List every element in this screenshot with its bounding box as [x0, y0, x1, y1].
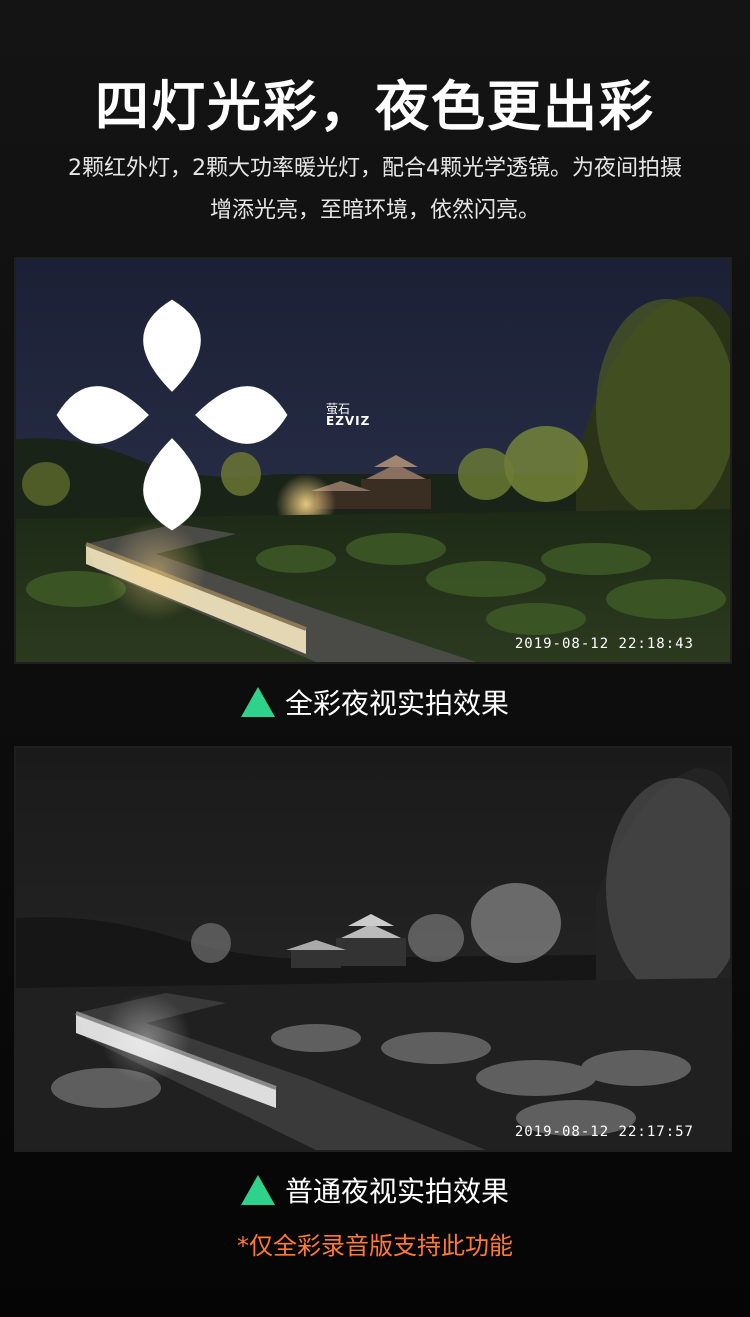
ezviz-logo: 萤石 EZVIZ: [22, 265, 370, 565]
page: 四灯光彩，夜色更出彩 2颗红外灯，2颗大功率暖光灯，配合4颗光学透镜。为夜间拍摄…: [0, 0, 750, 1317]
ezviz-logo-icon: [56, 299, 288, 531]
subtitle-line-1: 2颗红外灯，2颗大功率暖光灯，配合4颗光学透镜。为夜间拍摄: [68, 156, 682, 181]
color-caption: 全彩夜视实拍效果: [0, 682, 750, 722]
mono-caption: 普通夜视实拍效果: [0, 1170, 750, 1210]
triangle-up-icon: [240, 687, 275, 717]
mono-night-vision-photo: 2019-08-12 22:17:57: [14, 746, 732, 1152]
color-night-vision-photo: 萤石 EZVIZ 2019-08-12 22:18:43: [14, 257, 732, 664]
color-timestamp: 2019-08-12 22:18:43: [514, 636, 694, 652]
triangle-up-icon: [240, 1175, 275, 1205]
logo-en: EZVIZ: [326, 414, 371, 428]
mono-timestamp: 2019-08-12 22:17:57: [514, 1124, 694, 1140]
color-caption-text: 全彩夜视实拍效果: [284, 687, 509, 720]
headline: 四灯光彩，夜色更出彩: [95, 75, 655, 138]
mono-scene: [16, 748, 730, 1150]
mono-caption-text: 普通夜视实拍效果: [284, 1175, 509, 1208]
subtitle-line-2: 增添光亮，至暗环境，依然闪亮。: [209, 198, 540, 223]
feature-note: *仅全彩录音版支持此功能: [237, 1232, 513, 1260]
